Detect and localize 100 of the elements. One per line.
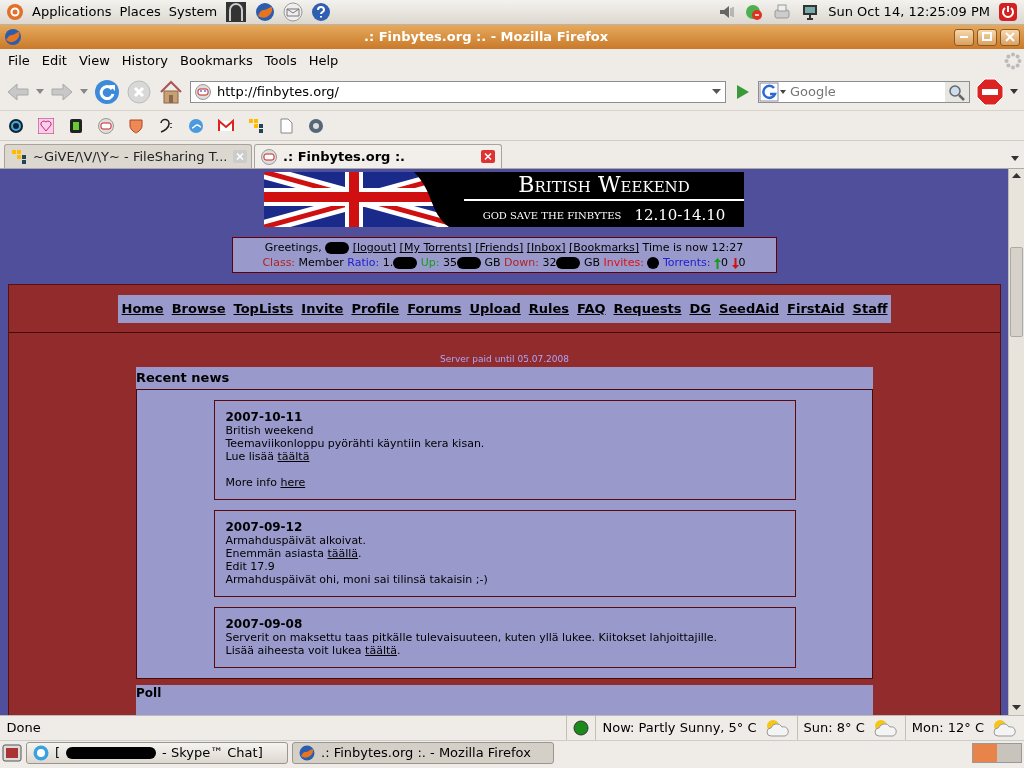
nav-link[interactable]: FirstAid bbox=[787, 299, 845, 319]
maximize-button[interactable] bbox=[976, 28, 997, 46]
menu-item[interactable]: View bbox=[72, 49, 116, 73]
section-heading: Recent news bbox=[136, 367, 873, 389]
dropdown-arrow-icon[interactable] bbox=[712, 88, 721, 95]
nav-link[interactable]: FAQ bbox=[577, 299, 606, 319]
tab-close-icon[interactable] bbox=[481, 150, 495, 163]
stat-unit: GB bbox=[584, 256, 601, 269]
minimize-button[interactable] bbox=[953, 28, 974, 46]
scroll-thumb[interactable] bbox=[1010, 247, 1023, 337]
menu-item[interactable]: Bookmarks bbox=[174, 49, 259, 73]
user-link[interactable]: [Friends] bbox=[475, 241, 524, 254]
taskbar-button[interactable]: [ - Skype™ Chat] bbox=[26, 742, 288, 764]
weather-text: Sun: 8° C bbox=[803, 719, 865, 738]
bass-clef-icon[interactable] bbox=[158, 117, 174, 134]
news-link[interactable]: here bbox=[280, 475, 306, 489]
news-text: Lisää aiheesta voit lukea täältä. bbox=[225, 643, 402, 657]
volume-icon[interactable] bbox=[718, 4, 737, 20]
user-link[interactable]: [Inbox] bbox=[526, 241, 566, 254]
reload-icon[interactable] bbox=[94, 78, 120, 105]
nav-link[interactable]: Browse bbox=[171, 299, 226, 319]
nav-link[interactable]: DG bbox=[689, 299, 711, 319]
mail-icon[interactable] bbox=[218, 117, 234, 134]
address-bar[interactable]: http://finbytes.org/ bbox=[190, 80, 726, 103]
menu-item[interactable]: File bbox=[2, 49, 36, 73]
news-link[interactable]: täältä bbox=[365, 643, 397, 657]
site-icon bbox=[261, 148, 277, 165]
address-field[interactable]: http://finbytes.org/ bbox=[217, 81, 706, 102]
scroll-up-icon[interactable] bbox=[1012, 173, 1021, 179]
menu-item[interactable]: Edit bbox=[35, 49, 73, 73]
window-icon[interactable] bbox=[225, 1, 248, 23]
help-icon[interactable] bbox=[311, 2, 332, 22]
banner-dates: 12.10-14.10 bbox=[634, 205, 726, 227]
user-link[interactable]: [Bookmarks] bbox=[569, 241, 640, 254]
show-desktop-icon[interactable] bbox=[2, 744, 22, 762]
heart-icon[interactable] bbox=[38, 117, 54, 134]
news-text: More info here bbox=[225, 475, 307, 489]
banner-title: British Weekend bbox=[518, 172, 690, 199]
search-bar[interactable]: Google bbox=[758, 80, 970, 103]
redaction-mark bbox=[325, 242, 350, 254]
site-icon bbox=[195, 83, 211, 100]
menu-item[interactable]: Help bbox=[302, 49, 345, 73]
news-link[interactable]: täällä bbox=[327, 546, 359, 560]
squares-icon[interactable] bbox=[248, 117, 264, 134]
nav-link[interactable]: Staff bbox=[852, 299, 888, 319]
mail-icon[interactable] bbox=[283, 2, 304, 22]
menu-item[interactable]: Tools bbox=[258, 49, 303, 73]
status-icon[interactable] bbox=[744, 3, 765, 21]
status-dot-icon bbox=[573, 720, 590, 736]
adblock-icon[interactable] bbox=[976, 77, 1004, 106]
scroll-down-icon[interactable] bbox=[1012, 705, 1021, 711]
nav-link[interactable]: Rules bbox=[528, 299, 570, 319]
browser-icon[interactable] bbox=[255, 2, 276, 22]
nav-link[interactable]: Forums bbox=[407, 299, 462, 319]
nav-link[interactable]: Profile bbox=[351, 299, 400, 319]
nav-link[interactable]: Home bbox=[121, 299, 164, 319]
power-icon[interactable] bbox=[998, 2, 1018, 22]
news-date: 2007-10-11 bbox=[225, 410, 304, 424]
news-text: Armahduspäivät alkoivat. bbox=[225, 533, 367, 547]
nav-link[interactable]: Upload bbox=[469, 299, 521, 319]
search-engine-icon[interactable] bbox=[759, 81, 787, 102]
shield-icon[interactable] bbox=[128, 117, 144, 134]
news-text: Teemaviikonloppu pyörähti käyntiin kera kisan. bbox=[225, 436, 486, 450]
cloud-sun-icon bbox=[990, 718, 1018, 738]
news-text: British weekend bbox=[225, 423, 315, 437]
scrollbar[interactable] bbox=[1008, 169, 1024, 715]
home-icon[interactable] bbox=[158, 78, 184, 105]
panel-menu[interactable]: Places bbox=[119, 2, 161, 22]
browser-tab[interactable]: ~GiVE/\V/\Y~ - FileSharing T... bbox=[4, 144, 252, 168]
news-date: 2007-09-12 bbox=[225, 520, 304, 534]
page-icon[interactable] bbox=[278, 117, 294, 134]
taskbar-button[interactable]: .: Finbytes.org :. - Mozilla Firefox bbox=[292, 742, 554, 764]
nav-link[interactable]: SeedAid bbox=[718, 299, 780, 319]
search-icon[interactable] bbox=[945, 81, 969, 102]
close-button[interactable] bbox=[1000, 28, 1020, 46]
logo-icon[interactable] bbox=[6, 3, 24, 21]
dropdown-arrow-icon[interactable] bbox=[1010, 88, 1018, 95]
stat-label: Class: bbox=[262, 256, 296, 269]
stat-label: Invites: bbox=[603, 256, 644, 269]
nav-link[interactable]: Requests bbox=[613, 299, 682, 319]
panel-menu[interactable]: Applications bbox=[32, 2, 112, 22]
nav-link[interactable]: TopLists bbox=[233, 299, 294, 319]
news-link[interactable]: täältä bbox=[277, 449, 310, 463]
user-link[interactable]: [logout] bbox=[352, 241, 397, 254]
nav-link[interactable]: Invite bbox=[301, 299, 344, 319]
panel-menu[interactable]: System bbox=[168, 2, 218, 22]
user-link[interactable]: [My Torrents] bbox=[399, 241, 472, 254]
site-icon[interactable] bbox=[98, 117, 114, 134]
browser-icon[interactable] bbox=[4, 28, 22, 46]
weather-text: Now: Partly Sunny, 5° C bbox=[602, 719, 757, 738]
weather-text: Mon: 12° C bbox=[911, 719, 984, 738]
squares-icon bbox=[11, 148, 27, 165]
clock[interactable]: Sun Oct 14, 12:25:09 PM bbox=[828, 2, 990, 22]
workspace-switcher[interactable] bbox=[972, 743, 1022, 763]
menu-item[interactable]: History bbox=[115, 49, 175, 73]
ring-icon[interactable] bbox=[8, 117, 24, 134]
window-title: .: Finbytes.org :. - Mozilla Firefox bbox=[363, 28, 610, 47]
section-heading: Poll bbox=[136, 685, 162, 700]
browser-tab[interactable]: .: Finbytes.org :. bbox=[254, 144, 502, 168]
globe-icon[interactable] bbox=[188, 117, 204, 134]
